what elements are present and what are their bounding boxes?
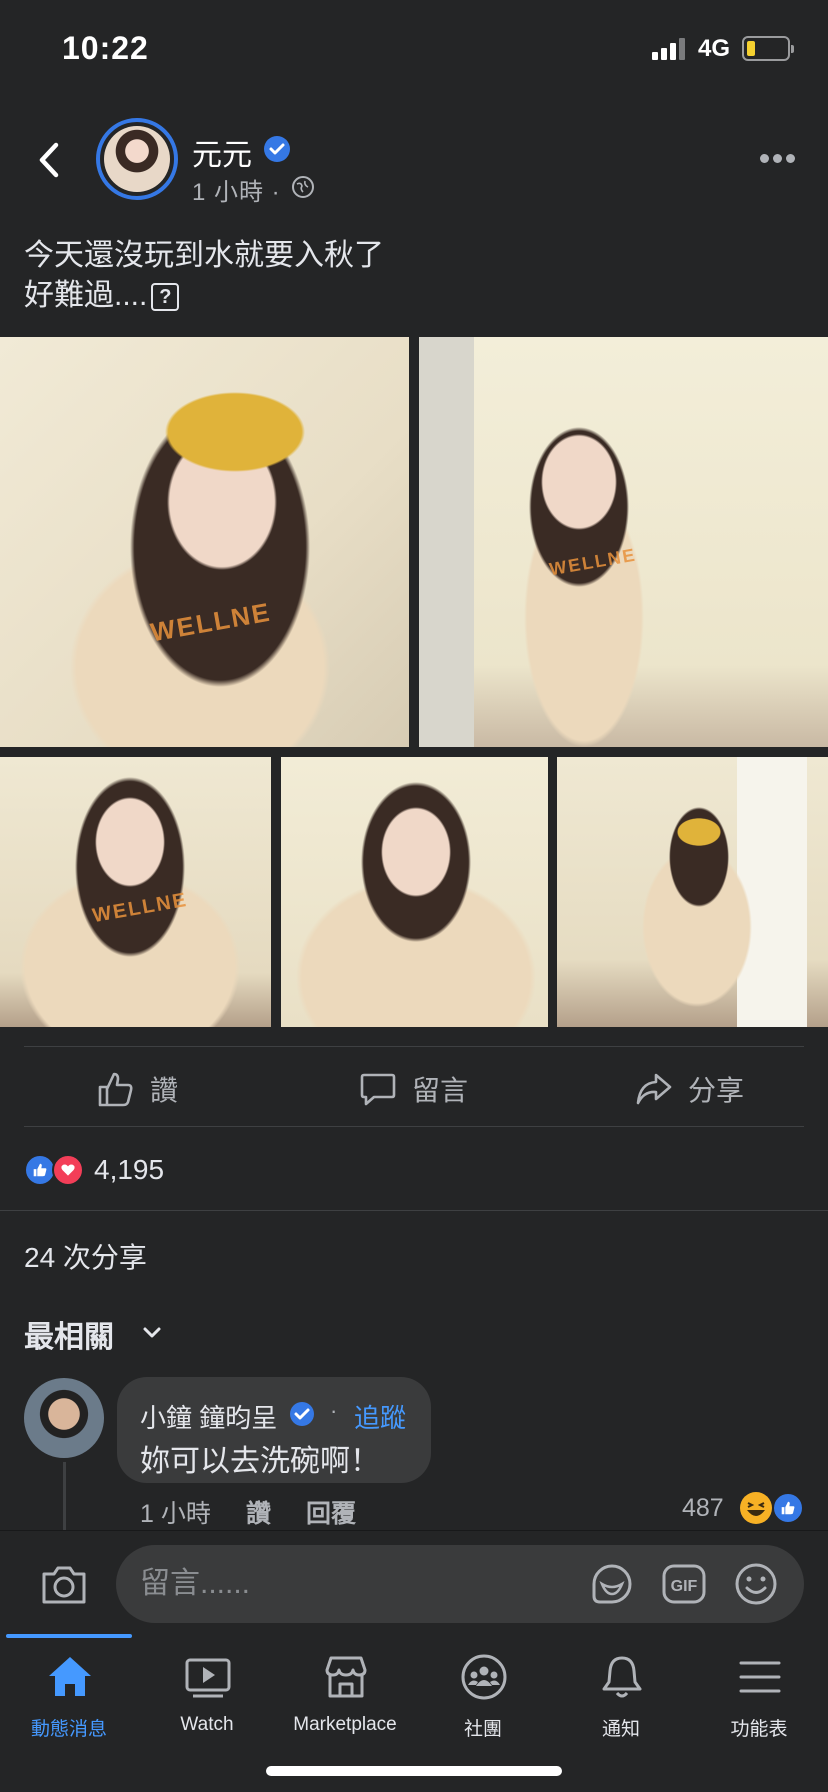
divider	[24, 1126, 804, 1127]
gif-icon: GIF	[662, 1564, 706, 1604]
tab-watch[interactable]: Watch	[138, 1652, 276, 1752]
svg-text:GIF: GIF	[671, 1578, 698, 1595]
author-avatar[interactable]	[96, 118, 178, 200]
share-arrow-icon	[636, 1073, 672, 1105]
comment-button[interactable]: 留言	[358, 1062, 468, 1116]
clock: 10:22	[62, 30, 149, 66]
chevron-down-icon[interactable]	[140, 1320, 164, 1344]
verified-badge-icon	[264, 136, 290, 162]
post-photo-3[interactable]: WELLNE	[0, 757, 271, 1027]
groups-icon	[461, 1654, 507, 1700]
comment-sort-dropdown[interactable]: 最相關	[24, 1312, 114, 1356]
camera-icon	[42, 1566, 86, 1604]
marketplace-icon	[325, 1656, 367, 1698]
photo-shirt-text: WELLNE	[547, 544, 638, 580]
back-button[interactable]	[30, 135, 70, 185]
share-label: 分享	[688, 1075, 745, 1106]
gif-button[interactable]: GIF	[660, 1560, 708, 1608]
smiley-icon	[735, 1563, 777, 1605]
battery-icon	[742, 36, 794, 61]
post-photo-4[interactable]	[281, 757, 548, 1027]
camera-button[interactable]	[38, 1558, 90, 1610]
comment-reply-button[interactable]: 回覆	[306, 1494, 356, 1530]
divider	[24, 1046, 804, 1047]
divider	[0, 1210, 828, 1211]
tab-notifications[interactable]: 通知	[552, 1652, 690, 1752]
haha-reaction-icon	[740, 1492, 772, 1524]
back-arrow-icon	[39, 142, 59, 178]
commenter-name[interactable]: 小鐘 鐘昀呈	[140, 1398, 277, 1435]
heart-reaction-icon	[52, 1154, 84, 1186]
sticker-icon	[592, 1564, 632, 1604]
tab-marketplace[interactable]: Marketplace	[276, 1652, 414, 1752]
thread-line	[63, 1462, 66, 1530]
emoji-button[interactable]	[732, 1560, 780, 1608]
post-photo-1[interactable]: WELLNE	[0, 337, 409, 747]
home-indicator[interactable]	[266, 1766, 562, 1776]
tab-label: Watch	[180, 1714, 234, 1735]
tab-label: 通知	[601, 1719, 640, 1740]
tab-groups[interactable]: 社團	[414, 1652, 552, 1752]
signal-icon	[652, 38, 688, 60]
comment-bubble-icon	[360, 1073, 396, 1106]
comment-text: 妳可以去洗碗啊！	[140, 1445, 380, 1478]
like-reaction-icon	[772, 1492, 804, 1524]
author-name[interactable]: 元元	[192, 130, 252, 174]
tab-label: Marketplace	[293, 1714, 397, 1735]
unknown-emoji-icon: ?	[151, 283, 180, 312]
home-icon	[49, 1657, 91, 1696]
thumbs-up-icon	[98, 1072, 133, 1107]
reaction-count: 4,195	[94, 1154, 165, 1185]
comment-time: 1 小時	[140, 1500, 211, 1528]
photo-shirt-text: WELLNE	[90, 888, 190, 928]
menu-icon	[739, 1661, 781, 1693]
photo-shirt-text: WELLNE	[148, 596, 274, 648]
tab-news-feed[interactable]: 動態消息	[0, 1652, 138, 1752]
sticker-button[interactable]	[588, 1560, 636, 1608]
comment-reaction-count[interactable]: 487	[682, 1494, 724, 1523]
separator-dot: ·	[330, 1398, 338, 1423]
tab-label: 社團	[463, 1719, 502, 1740]
watch-icon	[185, 1658, 231, 1698]
post-photo-2[interactable]: WELLNE	[419, 337, 828, 747]
tab-menu[interactable]: 功能表	[690, 1652, 828, 1752]
share-count[interactable]: 24 次分享	[24, 1236, 147, 1276]
status-bar: 10:22 4G	[0, 0, 828, 100]
post-photo-5[interactable]	[557, 757, 828, 1027]
post-text-line2-content: 好難過....	[24, 279, 148, 312]
share-button[interactable]: 分享	[634, 1062, 744, 1116]
network-label: 4G	[698, 35, 731, 62]
tab-label: 功能表	[730, 1719, 788, 1740]
post-time: 1 小時 ·	[192, 179, 281, 206]
bell-icon	[602, 1656, 642, 1698]
comment-label: 留言	[412, 1075, 469, 1106]
tab-label: 動態消息	[30, 1719, 107, 1740]
like-button[interactable]: 讚	[96, 1062, 178, 1116]
reaction-summary[interactable]: 4,195	[24, 1152, 164, 1188]
active-tab-indicator	[6, 1634, 132, 1638]
post-text-line2: 好難過....?	[24, 276, 804, 316]
follow-button[interactable]: 追蹤	[354, 1398, 406, 1435]
more-options-button[interactable]	[760, 148, 800, 168]
comment-like-button[interactable]: 讚	[246, 1494, 271, 1530]
post-text: 今天還沒玩到水就要入秋了 好難過....?	[24, 236, 804, 316]
globe-icon	[292, 176, 314, 198]
commenter-avatar[interactable]	[24, 1378, 104, 1458]
post-text-line1: 今天還沒玩到水就要入秋了	[24, 239, 384, 272]
verified-badge-icon	[290, 1402, 314, 1426]
like-label: 讚	[150, 1075, 179, 1106]
